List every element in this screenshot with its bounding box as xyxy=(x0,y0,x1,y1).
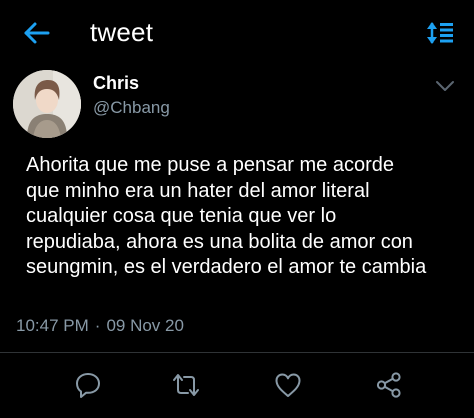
author-handle[interactable]: @Chbang xyxy=(93,97,170,119)
tweet-line: que minho era un hater del amor literal xyxy=(26,179,370,202)
tweet-time: 10:47 PM xyxy=(16,316,89,335)
retweet-icon[interactable] xyxy=(171,370,201,400)
meta-separator: · xyxy=(94,316,101,335)
tweet-line: cualquier cosa que tenia que ver lo xyxy=(26,205,337,227)
tweet-line: Ahorita que me puse a pensar me acorde xyxy=(26,154,394,176)
top-bar: tweet xyxy=(0,0,474,62)
tweet-timestamp: 10:47 PM · 09 Nov 20 xyxy=(16,315,184,337)
back-arrow-icon[interactable] xyxy=(22,19,52,47)
tweet-line: repudiaba, ahora es una bolita de amor c… xyxy=(26,230,413,253)
heart-icon[interactable] xyxy=(273,370,303,400)
reply-icon[interactable] xyxy=(73,370,103,400)
avatar[interactable] xyxy=(13,70,81,138)
share-icon[interactable] xyxy=(374,370,404,400)
sort-icon[interactable] xyxy=(426,20,456,46)
chevron-down-icon[interactable] xyxy=(434,78,456,94)
tweet-line: seungmin, es el verdadero el amor te cam… xyxy=(26,256,427,278)
divider xyxy=(0,352,474,353)
tweet-date: 09 Nov 20 xyxy=(106,316,184,335)
page-title: tweet xyxy=(90,17,154,47)
tweet-text: Ahorita que me puse a pensar me acorde q… xyxy=(26,153,466,281)
author-name[interactable]: Chris xyxy=(93,72,139,94)
